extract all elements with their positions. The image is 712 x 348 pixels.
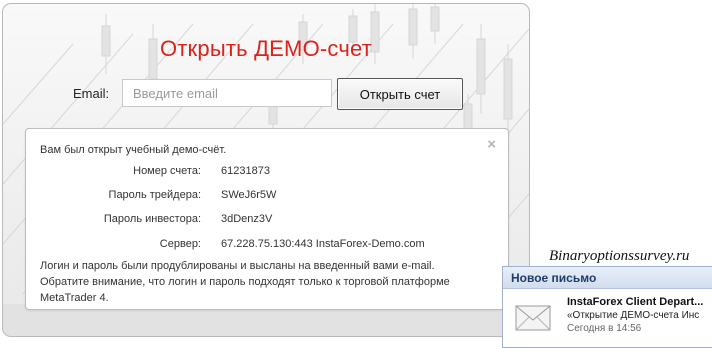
close-icon[interactable]: × <box>487 137 496 152</box>
envelope-icon <box>515 305 551 331</box>
account-number-value: 61231873 <box>221 165 270 177</box>
note-line: Логин и пароль были продублированы и выс… <box>40 260 435 272</box>
credentials-note: Логин и пароль были продублированы и выс… <box>40 258 500 306</box>
trader-password-value: SWeJ6r5W <box>221 189 277 201</box>
server-value: 67.228.75.130:443 InstaForex-Demo.com <box>221 238 425 250</box>
notification-subject: «Открытие ДЕМО-счета Инс <box>567 310 700 321</box>
account-info-box: × Вам был открыт учебный демо-счёт. Номе… <box>25 128 509 310</box>
page-title: Открыть ДЕМО-счет <box>159 36 373 61</box>
notification-sender: InstaForex Client Depart... <box>567 296 704 308</box>
notification-header: Новое письмо <box>503 267 712 289</box>
email-input[interactable] <box>122 79 332 107</box>
open-account-button[interactable]: Открыть счет <box>337 78 463 110</box>
investor-password-value: 3dDenz3V <box>221 213 273 225</box>
email-label: Email: <box>73 86 110 101</box>
account-number-label: Номер счета: <box>133 165 201 177</box>
new-mail-notification[interactable]: Новое письмо InstaForex Client Depart...… <box>502 266 712 348</box>
server-label: Сервер: <box>159 238 201 250</box>
intro-text: Вам был открыт учебный демо-счёт. <box>40 144 227 156</box>
note-line: Обратите внимание, что логин и пароль по… <box>40 276 450 288</box>
notification-time: Сегодня в 14:56 <box>567 323 642 334</box>
open-demo-account-panel: Открыть ДЕМО-счет Email: Открыть счет × … <box>2 3 530 337</box>
trader-password-label: Пароль трейдера: <box>108 189 201 201</box>
note-line: MetaTrader 4. <box>40 292 109 304</box>
site-watermark: Binaryoptionssurvey.ru <box>549 248 690 264</box>
investor-password-label: Пароль инвестора: <box>103 213 201 225</box>
